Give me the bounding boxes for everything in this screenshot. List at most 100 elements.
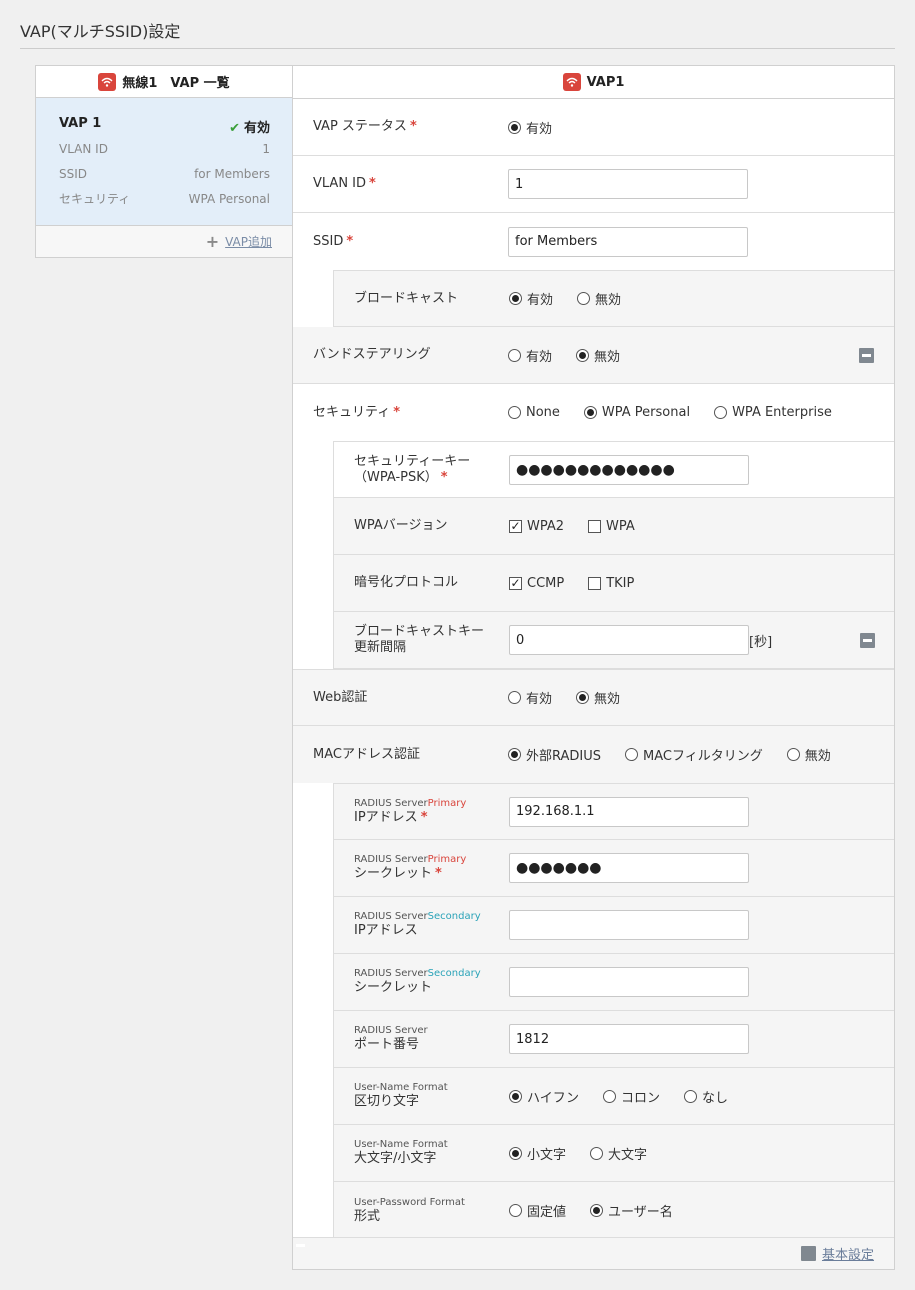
radio-security-wpa-enterprise[interactable]: WPA Enterprise: [714, 405, 832, 420]
radius-secondary-secret-label: シークレット: [354, 980, 433, 995]
radio-broadcast-enabled[interactable]: 有効: [509, 289, 553, 308]
row-wpa-version: WPAバージョン ✓ WPA2 WPA: [333, 498, 894, 555]
radio-password-fixed[interactable]: 固定値: [509, 1201, 566, 1220]
row-ssid: SSID * for Members: [293, 213, 894, 270]
panel-footer: 基本設定: [293, 1237, 894, 1269]
radio-case-lower[interactable]: 小文字: [509, 1144, 566, 1163]
radius-port-input[interactable]: 1812: [509, 1024, 749, 1054]
row-web-auth: Web認証 有効 無効: [293, 669, 894, 726]
radio-security-wpa-personal[interactable]: WPA Personal: [583, 405, 690, 420]
radio-vap-status-enabled[interactable]: 有効: [508, 118, 552, 137]
wifi-icon: [562, 73, 581, 91]
radio-broadcast-disabled[interactable]: 無効: [577, 289, 621, 308]
broadcast-key-interval-input[interactable]: 0: [509, 625, 749, 655]
vap-info-value: for Members: [194, 167, 270, 181]
radio-web-auth-enabled[interactable]: 有効: [508, 688, 552, 707]
radio-web-auth-disabled[interactable]: 無効: [576, 688, 620, 707]
radio-case-upper[interactable]: 大文字: [590, 1144, 647, 1163]
collapse-icon[interactable]: [859, 348, 874, 363]
radio-mac-auth-filtering[interactable]: MACフィルタリング: [625, 745, 763, 764]
add-vap-row: + VAP追加: [36, 226, 292, 257]
mac-auth-label: MACアドレス認証: [313, 746, 420, 762]
web-auth-label: Web認証: [313, 689, 368, 705]
vap-settings-panel: VAP1 VAP ステータス * 有効 VLAN ID * 1 SSID * for …: [292, 65, 895, 1270]
ssid-label: SSID: [313, 233, 344, 249]
radius-primary-secret-label: シークレット: [354, 866, 433, 881]
radio-password-username[interactable]: ユーザー名: [590, 1201, 673, 1220]
radio-mac-auth-radius[interactable]: 外部RADIUS: [508, 745, 601, 764]
security-key-input[interactable]: ●●●●●●●●●●●●●: [509, 454, 749, 485]
username-case-label: 大文字/小文字: [354, 1151, 437, 1166]
checkbox-wpa2[interactable]: ✓ WPA2: [509, 519, 564, 534]
vap-status-label: 有効: [243, 120, 270, 136]
radio-band-steering-disabled[interactable]: 無効: [576, 346, 620, 365]
band-steering-label: バンドステアリング: [313, 347, 431, 362]
checkbox-tkip[interactable]: TKIP: [588, 576, 634, 591]
broadcast-label: ブロードキャスト: [354, 290, 459, 306]
radius-secondary-ip-input[interactable]: [509, 910, 749, 940]
radius-secondary-ip-label: IPアドレス: [354, 923, 418, 938]
checkbox-wpa[interactable]: WPA: [588, 519, 635, 534]
collapse-icon[interactable]: [800, 1246, 816, 1261]
row-vap-status: VAP ステータス * 有効: [293, 99, 894, 156]
radius-primary-secret-input[interactable]: ●●●●●●●: [509, 853, 749, 883]
row-radius-secondary-ip: RADIUS ServerSecondary IPアドレス: [333, 897, 894, 954]
row-username-case: User-Name Format 大文字/小文字 小文字 大文字: [333, 1125, 894, 1182]
security-key-sublabel: （WPA-PSK）: [354, 469, 438, 485]
row-mac-auth: MACアドレス認証 外部RADIUS MACフィルタリング 無効: [293, 726, 894, 783]
vlan-id-input[interactable]: 1: [508, 169, 748, 199]
row-vlan-id: VLAN ID * 1: [293, 156, 894, 213]
vap-status: ✔ 有効: [229, 116, 270, 141]
vap-info-key: VLAN ID: [59, 142, 108, 156]
row-username-separator: User-Name Format 区切り文字 ハイフン コロン なし: [333, 1068, 894, 1125]
vap-name: VAP 1: [59, 116, 102, 131]
vlan-id-label: VLAN ID: [313, 176, 367, 191]
title-divider: [20, 48, 895, 49]
wifi-icon: [98, 72, 117, 91]
security-key-label: セキュリティーキー: [354, 453, 471, 469]
row-broadcast: ブロードキャスト 有効 無効: [333, 270, 894, 327]
ssid-input[interactable]: for Members: [508, 226, 748, 257]
row-radius-secondary-secret: RADIUS ServerSecondary シークレット: [333, 954, 894, 1011]
username-separator-label: 区切り文字: [354, 1094, 420, 1109]
radio-sep-hyphen[interactable]: ハイフン: [509, 1087, 579, 1106]
radio-sep-colon[interactable]: コロン: [603, 1087, 660, 1106]
check-icon: ✔: [229, 120, 240, 136]
radius-port-label: ポート番号: [354, 1037, 420, 1052]
row-band-steering: バンドステアリング 有効 無効: [293, 327, 894, 384]
vap-info-value: 1: [262, 142, 270, 156]
checkbox-ccmp[interactable]: ✓ CCMP: [509, 576, 564, 591]
row-security-key: セキュリティーキー （WPA-PSK） * ●●●●●●●●●●●●●: [333, 441, 894, 498]
vap-list-panel: 無線1 VAP 一覧 VAP 1 ✔ 有効 VLAN ID 1 SSID for…: [35, 65, 293, 258]
row-encryption: 暗号化プロトコル ✓ CCMP TKIP: [333, 555, 894, 612]
radio-sep-none[interactable]: なし: [684, 1087, 728, 1106]
collapse-icon[interactable]: [860, 633, 875, 648]
basic-settings-link[interactable]: 基本設定: [822, 1244, 874, 1263]
vap-list-header: 無線1 VAP 一覧: [36, 66, 292, 98]
add-vap-link[interactable]: VAP追加: [225, 233, 272, 250]
vap-info-key: SSID: [59, 167, 88, 181]
seconds-unit: [秒]: [749, 634, 773, 650]
broadcast-key-sublabel: 更新間隔: [354, 640, 407, 655]
radius-primary-ip-label: IPアドレス: [354, 809, 418, 825]
vap-card[interactable]: VAP 1 ✔ 有効 VLAN ID 1 SSID for Members セキ…: [36, 98, 292, 226]
radio-mac-auth-disabled[interactable]: 無効: [786, 745, 831, 764]
vap-info-row: SSID for Members: [59, 166, 270, 191]
radio-band-steering-enabled[interactable]: 有効: [508, 346, 552, 365]
vap-info-key: セキュリティ: [59, 192, 131, 206]
radius-secondary-secret-input[interactable]: [509, 967, 749, 997]
row-radius-port: RADIUS Server ポート番号 1812: [333, 1011, 894, 1068]
wpa-version-label: WPAバージョン: [354, 518, 448, 533]
radius-primary-ip-input[interactable]: 192.168.1.1: [509, 796, 749, 827]
encryption-label: 暗号化プロトコル: [354, 575, 459, 590]
broadcast-key-label: ブロードキャストキー: [354, 624, 485, 639]
row-password-format: User-Password Format 形式 固定値 ユーザー名: [333, 1182, 894, 1239]
vap-list-title: 無線1 VAP 一覧: [122, 76, 230, 91]
page-title: VAP(マルチSSID)設定: [20, 22, 181, 41]
password-format-label: 形式: [354, 1208, 381, 1224]
radio-security-none[interactable]: None: [508, 405, 560, 420]
vap-info-value: WPA Personal: [188, 192, 270, 206]
plus-icon[interactable]: +: [206, 233, 219, 249]
row-broadcast-key-interval: ブロードキャストキー 更新間隔 0 [秒]: [333, 612, 894, 669]
security-label: セキュリティ: [313, 404, 391, 420]
